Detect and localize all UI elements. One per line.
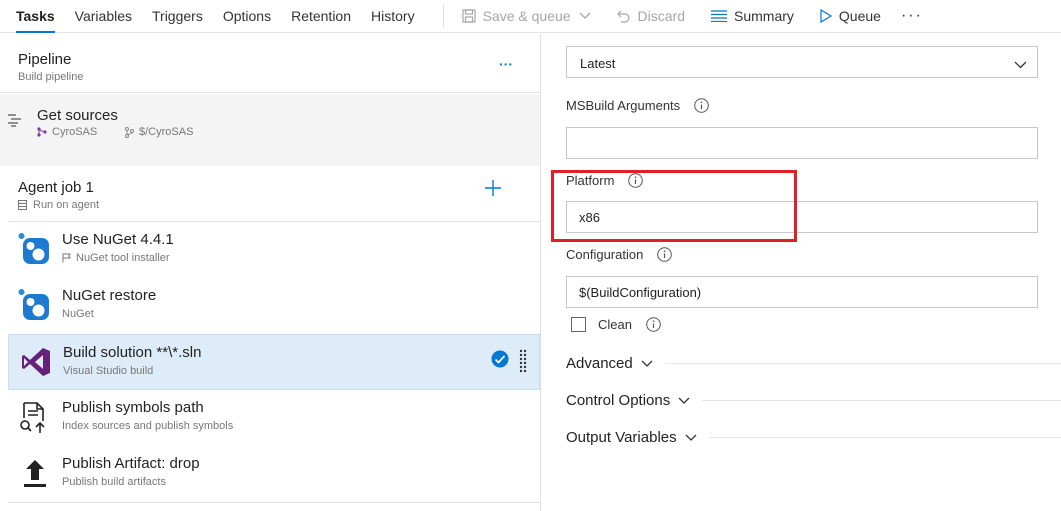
platform-highlight-box [551,170,797,242]
tab-variables[interactable]: Variables [75,0,132,32]
msbuild-arguments-label: MSBuild Arguments [566,98,681,113]
save-queue-button[interactable]: Save & queue [461,8,591,24]
pipeline-header[interactable]: Pipeline Build pipeline ··· [0,34,540,93]
tab-history[interactable]: History [371,0,415,32]
task-title: NuGet restore [62,287,157,304]
agent-job-subtitle: Run on agent [33,199,100,211]
section-label: Advanced [566,355,633,372]
top-toolbar: Tasks Variables Triggers Options Retenti… [0,0,1061,33]
tab-options[interactable]: Options [223,0,271,32]
task-subtitle: NuGet tool installer [76,252,170,264]
task-build-solution[interactable]: Build solution **\*.sln Visual Studio bu… [8,334,540,390]
get-sources-item[interactable]: Get sources CyroSAS $/CyroSAS [0,94,540,166]
list-icon [711,10,728,22]
info-icon[interactable] [657,247,673,262]
tab-triggers[interactable]: Triggers [152,0,203,32]
tab-tasks[interactable]: Tasks [16,0,55,33]
agent-job-subtitle-row: Run on agent [18,199,99,211]
configuration-value: $(BuildConfiguration) [579,285,702,300]
path-meta: $/CyroSAS [125,126,193,138]
task-title: Build solution **\*.sln [63,344,202,361]
task-subtitle: NuGet [62,308,94,320]
task-publish-artifact[interactable]: Publish Artifact: drop Publish build art… [8,446,540,502]
get-sources-title: Get sources [37,107,118,124]
configuration-input[interactable]: $(BuildConfiguration) [566,276,1038,308]
chevron-down-icon [1014,57,1027,72]
discard-button[interactable]: Discard [616,8,686,24]
task-title: Use NuGet 4.4.1 [62,231,174,248]
flag-icon [62,253,71,263]
more-actions-icon[interactable]: ··· [901,7,923,25]
msbuild-arguments-input[interactable] [566,127,1038,159]
repo-path: $/CyroSAS [139,126,194,138]
tab-bar: Tasks Variables Triggers Options Retenti… [0,0,435,33]
clean-checkbox-row: Clean [571,317,661,332]
pipeline-title: Pipeline [18,51,72,68]
drag-handle-icon[interactable] [519,349,527,378]
task-nuget-restore[interactable]: NuGet restore NuGet [8,278,540,334]
nuget-icon [18,288,52,322]
server-icon [18,200,27,210]
upload-icon [18,456,52,490]
discard-label: Discard [637,8,686,24]
save-icon [461,9,476,23]
publish-symbols-icon [18,400,52,434]
agent-job-item[interactable]: Agent job 1 Run on agent [8,166,540,222]
task-publish-symbols[interactable]: Publish symbols path Index sources and p… [8,390,540,446]
play-icon [820,9,832,23]
repo-meta: CyroSAS [37,126,97,138]
task-title: Publish Artifact: drop [62,455,200,472]
clean-label: Clean [598,317,632,332]
vs-version-value: Latest [580,56,616,71]
add-task-icon[interactable] [484,178,502,202]
task-subtitle: Visual Studio build [63,365,154,377]
advanced-section-toggle[interactable]: Advanced [566,355,1061,372]
msbuild-arguments-label-row: MSBuild Arguments [566,98,709,113]
summary-button[interactable]: Summary [711,8,794,24]
undo-icon [616,9,631,23]
repo-icon [37,127,47,137]
checkmark-icon [491,350,509,371]
pipeline-subtitle: Build pipeline [18,71,84,83]
chevron-down-icon [685,434,697,442]
repo-name: CyroSAS [52,126,98,138]
configuration-label-row: Configuration [566,247,673,262]
chevron-down-icon [641,360,653,368]
section-label: Output Variables [566,429,677,446]
toolbar-divider [442,5,444,27]
source-list-icon [8,113,24,130]
section-divider [702,400,1061,401]
queue-button[interactable]: Queue [820,8,881,24]
chevron-down-icon [579,12,591,20]
list-divider [8,502,540,503]
section-divider [708,437,1061,438]
info-icon[interactable] [646,317,661,332]
task-subtitle: Index sources and publish symbols [62,420,234,432]
clean-checkbox[interactable] [571,317,586,332]
task-subtitle: Publish build artifacts [62,476,166,488]
output-variables-section-toggle[interactable]: Output Variables [566,429,1061,446]
agent-job-title: Agent job 1 [18,179,94,196]
visual-studio-icon [19,345,53,379]
task-properties-pane: Latest MSBuild Arguments Platform x86 Co… [541,34,1061,511]
task-subtitle-row: NuGet tool installer [62,252,170,264]
task-use-nuget[interactable]: Use NuGet 4.4.1 NuGet tool installer [8,222,540,278]
chevron-down-icon [678,397,690,405]
control-options-section-toggle[interactable]: Control Options [566,392,1061,409]
section-label: Control Options [566,392,671,409]
nuget-icon [18,232,52,266]
save-queue-label: Save & queue [482,8,571,24]
branch-icon [125,126,134,138]
task-list-pane: Pipeline Build pipeline ··· Get sources … [0,34,541,511]
summary-label: Summary [734,8,794,24]
queue-label: Queue [838,8,881,24]
vs-version-select[interactable]: Latest [566,46,1038,78]
pipeline-menu-icon[interactable]: ··· [499,56,513,72]
configuration-label: Configuration [566,247,644,262]
tab-retention[interactable]: Retention [291,0,351,32]
info-icon[interactable] [694,98,709,113]
section-divider [664,363,1061,364]
task-title: Publish symbols path [62,399,204,416]
